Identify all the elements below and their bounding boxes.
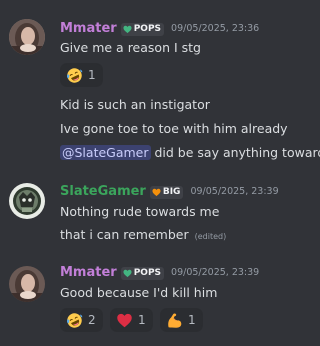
avatar-photo — [9, 19, 45, 55]
reaction-button[interactable]: 1 — [160, 308, 203, 332]
username[interactable]: SlateGamer — [60, 183, 146, 201]
guild-tag[interactable]: POPS — [120, 266, 165, 280]
message-group: Mmater POPS 09/05/2025, 23:39 Good becau… — [0, 255, 312, 346]
rolling-on-floor-laughing-emoji-icon — [66, 67, 83, 84]
guild-tag-label: BIG — [162, 186, 181, 197]
message-text-edited: that i can remember (edited) — [60, 226, 226, 246]
message-text: Ive gone toe to toe with him already — [60, 121, 288, 136]
message-text-rest: did be say anything towards — [150, 145, 320, 160]
guild-tag[interactable]: POPS — [120, 22, 165, 36]
orange-heart-icon — [152, 188, 161, 197]
avatar[interactable] — [9, 183, 45, 219]
reaction-button[interactable]: 1 — [60, 63, 103, 87]
reaction-count: 2 — [88, 313, 96, 327]
avatar[interactable] — [9, 19, 45, 55]
user-mention[interactable]: @SlateGamer — [60, 145, 151, 160]
message-text: Good because I'd kill him — [60, 285, 218, 300]
username[interactable]: Mmater — [60, 20, 117, 38]
reaction-count: 1 — [88, 68, 96, 82]
guild-tag-label: POPS — [133, 23, 162, 34]
reaction-button[interactable]: 2 — [60, 308, 103, 332]
message-header: Mmater POPS 09/05/2025, 23:36 — [60, 20, 259, 38]
rolling-on-floor-laughing-emoji-icon — [66, 312, 83, 329]
username[interactable]: Mmater — [60, 264, 117, 282]
green-heart-icon — [123, 25, 132, 34]
flexed-biceps-emoji-icon — [166, 312, 183, 329]
avatar-photo — [9, 183, 45, 219]
timestamp[interactable]: 09/05/2025, 23:39 — [171, 264, 259, 282]
message-text: that i can remember — [60, 227, 189, 242]
message-group: Mmater POPS 09/05/2025, 23:36 Give me a … — [0, 0, 320, 175]
message-header: SlateGamer BIG 09/05/2025, 23:39 — [60, 183, 279, 201]
message-text: Nothing rude towards me — [60, 204, 220, 219]
message-group: SlateGamer BIG 09/05/2025, 23:39 Nothing… — [0, 175, 312, 255]
avatar-photo — [9, 266, 45, 302]
green-heart-icon — [123, 269, 132, 278]
guild-tag-label: POPS — [133, 267, 162, 278]
red-heart-emoji-icon — [116, 312, 133, 329]
message-text-with-mention: @SlateGamer did be say anything towards — [60, 144, 320, 162]
timestamp[interactable]: 09/05/2025, 23:39 — [190, 183, 278, 201]
message-header: Mmater POPS 09/05/2025, 23:39 — [60, 264, 259, 282]
message-text: Kid is such an instigator — [60, 97, 210, 112]
reaction-count: 1 — [188, 313, 196, 327]
timestamp[interactable]: 09/05/2025, 23:36 — [171, 20, 259, 38]
guild-tag[interactable]: BIG — [149, 185, 184, 199]
message-text: Give me a reason I stg — [60, 40, 201, 55]
reaction-count: 1 — [138, 313, 146, 327]
avatar[interactable] — [9, 266, 45, 302]
reaction-button[interactable]: 1 — [110, 308, 153, 332]
edited-label: (edited) — [194, 232, 227, 241]
